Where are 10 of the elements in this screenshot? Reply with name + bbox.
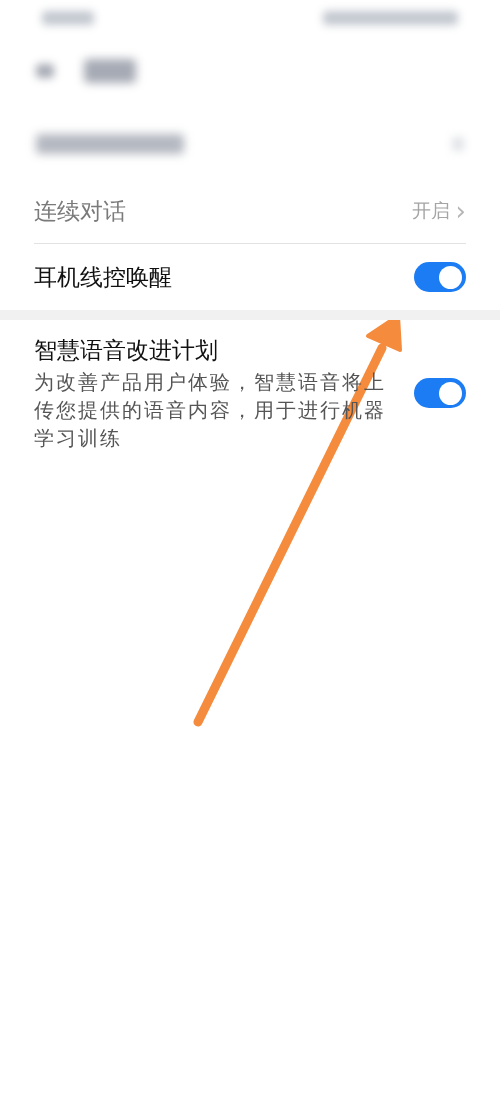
toggle-switch[interactable]: [414, 262, 466, 292]
setting-label: 智慧语音改进计划: [34, 336, 219, 365]
blurred-back-icon: [36, 64, 54, 78]
setting-label: 连续对话: [34, 196, 126, 226]
setting-label: 耳机线控唤醒: [34, 263, 172, 292]
toggle-switch[interactable]: [414, 378, 466, 408]
blurred-title: [84, 59, 136, 83]
blurred-status: [42, 11, 94, 25]
setting-value[interactable]: 开启: [411, 196, 450, 225]
chevron: ›: [455, 197, 466, 224]
